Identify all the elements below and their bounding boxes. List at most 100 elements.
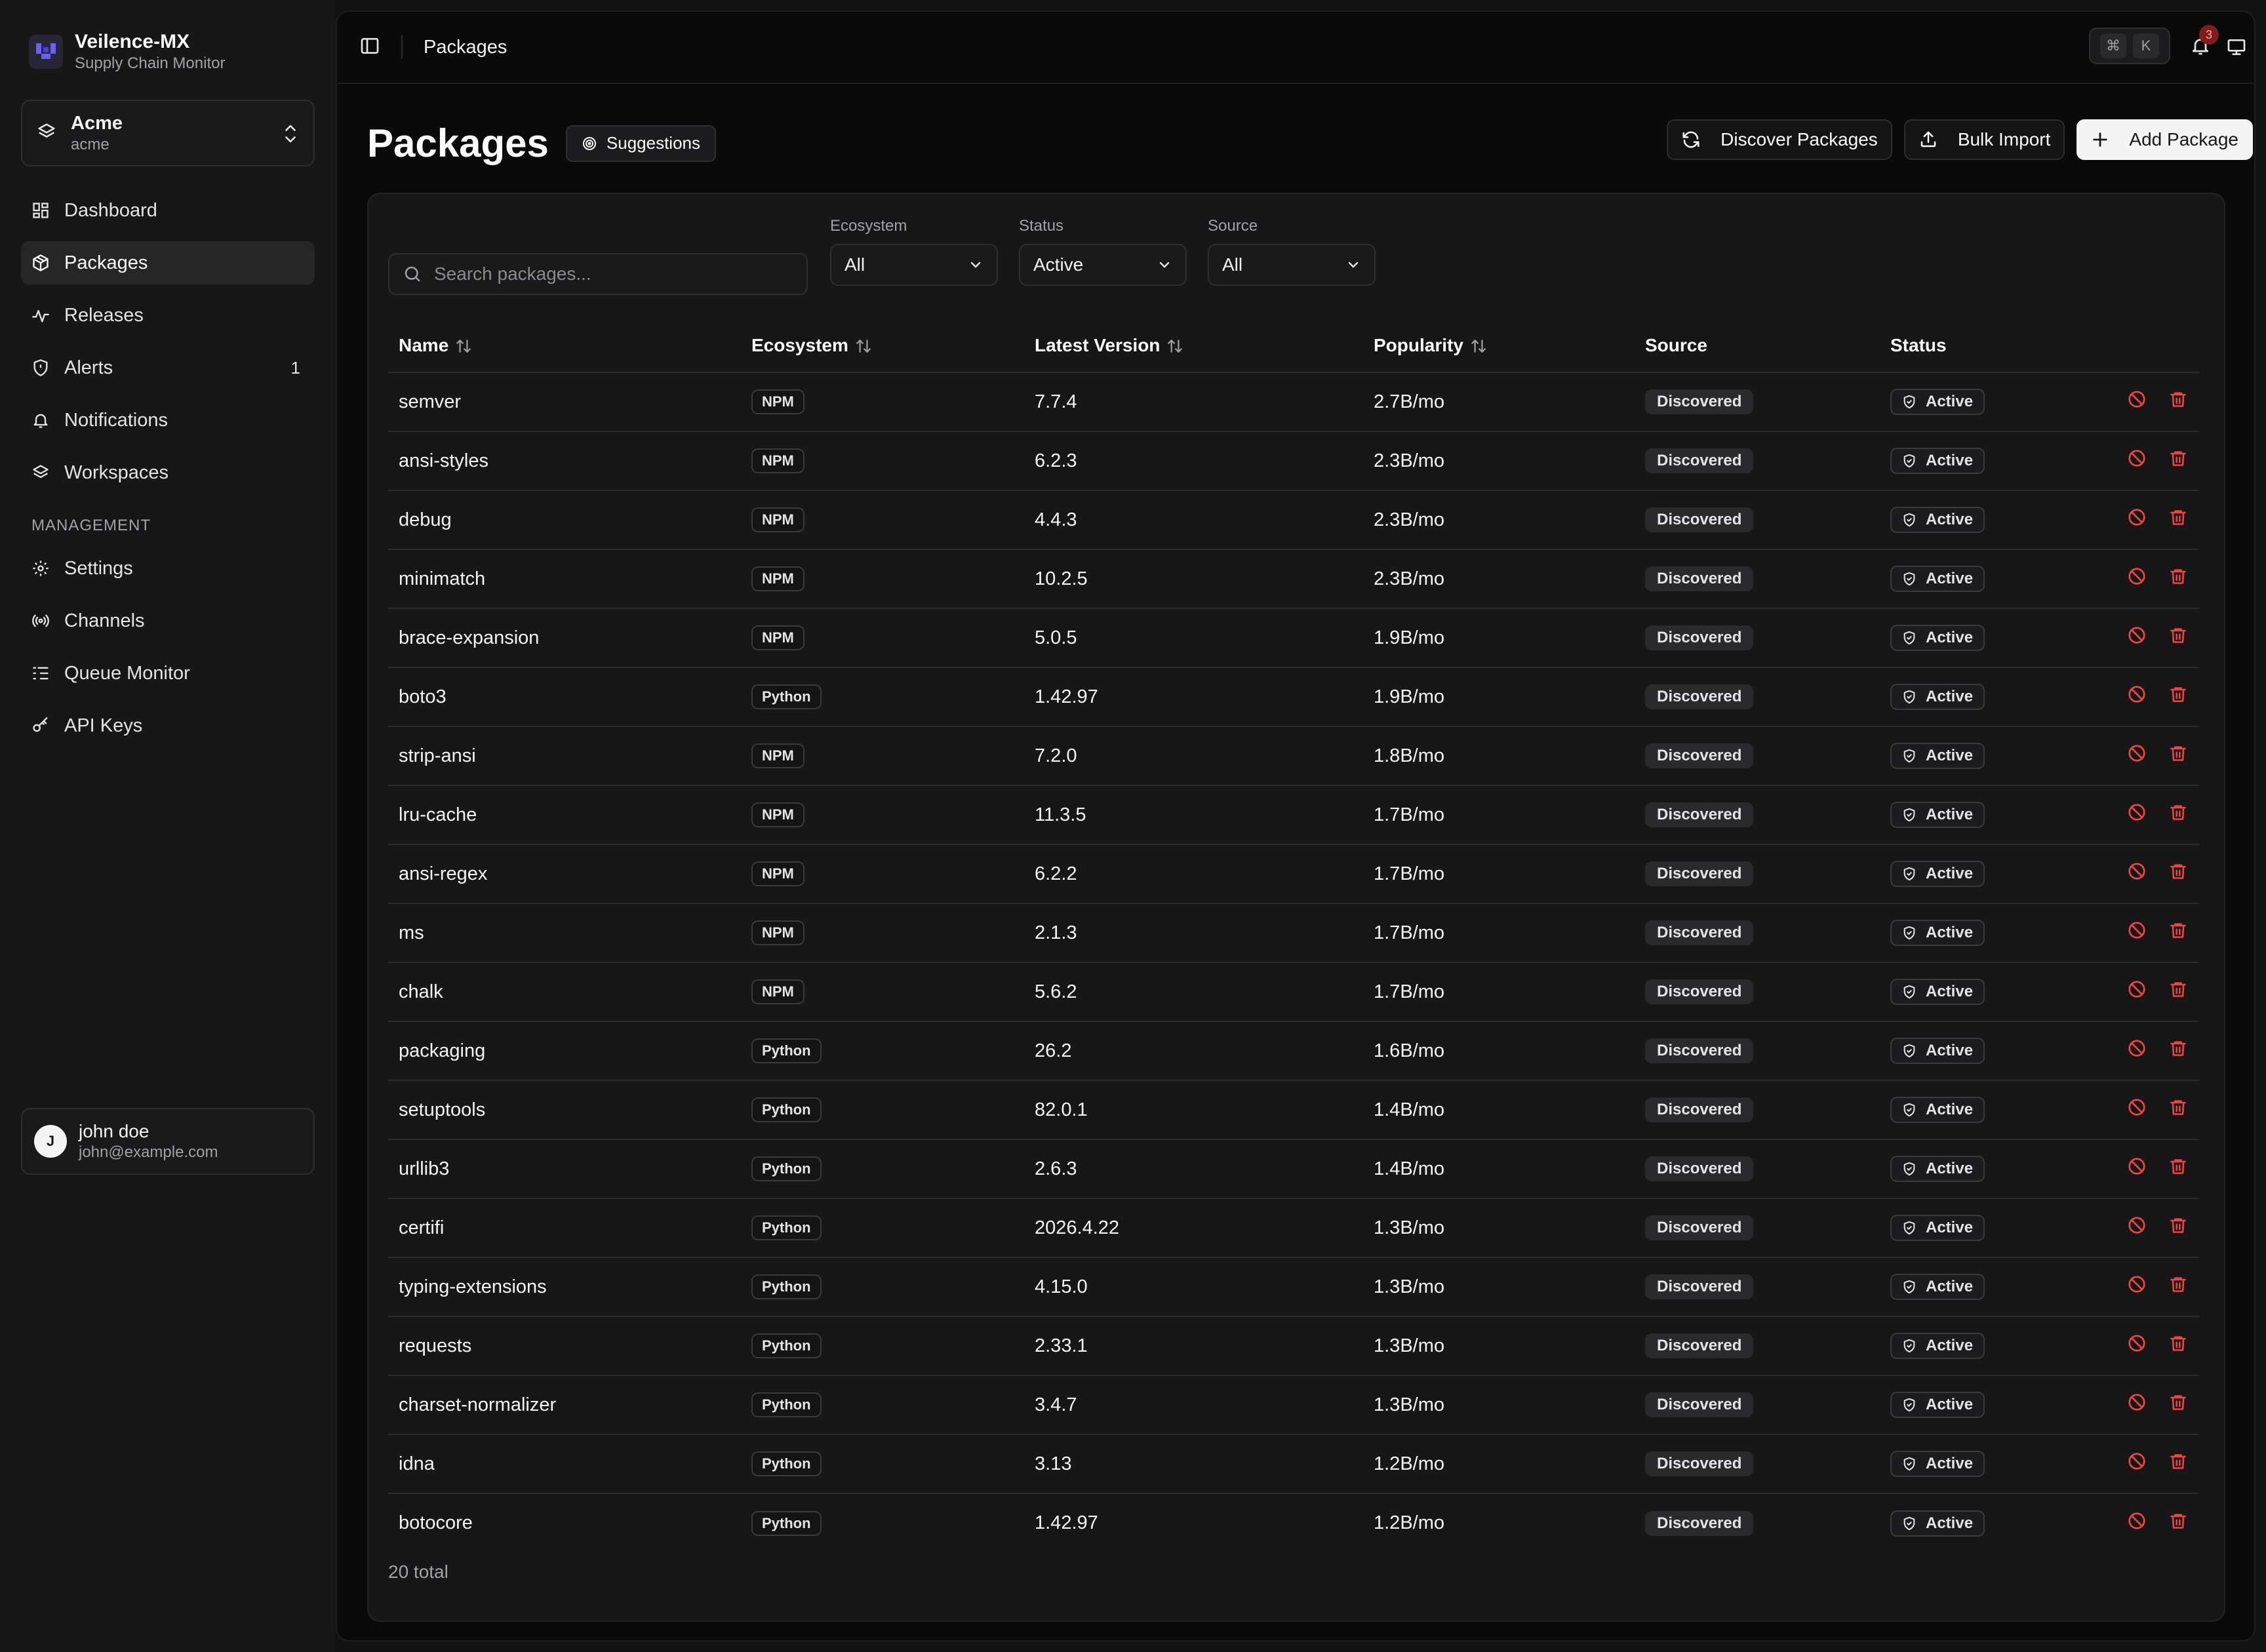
source-select[interactable]: All — [1208, 244, 1376, 286]
disable-icon[interactable] — [2127, 1333, 2147, 1358]
disable-icon[interactable] — [2127, 1451, 2147, 1476]
trash-icon[interactable] — [2169, 1511, 2187, 1536]
disable-icon[interactable] — [2127, 1511, 2147, 1536]
bulk-import-button[interactable]: Bulk Import — [1903, 119, 2065, 160]
disable-icon[interactable] — [2127, 861, 2147, 886]
disable-icon[interactable] — [2127, 625, 2147, 650]
disable-icon[interactable] — [2127, 389, 2147, 414]
sidebar-item-releases[interactable]: Releases — [21, 294, 315, 337]
disable-icon[interactable] — [2127, 566, 2147, 591]
column-header-popularity[interactable]: Popularity — [1363, 319, 1635, 372]
package-name[interactable]: debug — [388, 490, 741, 549]
package-name[interactable]: lru-cache — [388, 785, 741, 844]
package-name[interactable]: boto3 — [388, 667, 741, 726]
sidebar-item-workspaces[interactable]: Workspaces — [21, 451, 315, 494]
sidebar-item-settings[interactable]: Settings — [21, 547, 315, 590]
table-row[interactable]: ansi-styles NPM 6.2.3 2.3B/mo Discovered Acti… — [388, 431, 2199, 490]
disable-icon[interactable] — [2127, 448, 2147, 473]
table-row[interactable]: ms NPM 2.1.3 1.7B/mo Discovered Active — [388, 903, 2199, 962]
disable-icon[interactable] — [2127, 1392, 2147, 1417]
package-name[interactable]: setuptools — [388, 1080, 741, 1139]
ecosystem-select[interactable]: All — [830, 244, 998, 286]
trash-icon[interactable] — [2169, 861, 2187, 886]
sidebar-item-packages[interactable]: Packages — [21, 241, 315, 285]
package-name[interactable]: chalk — [388, 962, 741, 1021]
package-name[interactable]: brace-expansion — [388, 608, 741, 667]
table-row[interactable]: chalk NPM 5.6.2 1.7B/mo Discovered Active — [388, 962, 2199, 1021]
monitor-icon[interactable] — [2225, 37, 2248, 61]
package-name[interactable]: ms — [388, 903, 741, 962]
trash-icon[interactable] — [2169, 1451, 2187, 1476]
table-row[interactable]: debug NPM 4.4.3 2.3B/mo Discovered Active — [388, 490, 2199, 549]
disable-icon[interactable] — [2127, 743, 2147, 768]
package-name[interactable]: semver — [388, 372, 741, 431]
sidebar-item-notifications[interactable]: Notifications — [21, 399, 315, 442]
table-row[interactable]: idna Python 3.13 1.2B/mo Discovered Active — [388, 1434, 2199, 1493]
search-box[interactable] — [388, 253, 808, 295]
workspace-switcher[interactable]: Acme acme — [21, 100, 315, 167]
table-row[interactable]: lru-cache NPM 11.3.5 1.7B/mo Discovered Activ… — [388, 785, 2199, 844]
trash-icon[interactable] — [2169, 1392, 2187, 1417]
trash-icon[interactable] — [2169, 1156, 2187, 1181]
package-name[interactable]: certifi — [388, 1198, 741, 1257]
sidebar-item-queue-monitor[interactable]: Queue Monitor — [21, 652, 315, 695]
trash-icon[interactable] — [2169, 1215, 2187, 1240]
trash-icon[interactable] — [2169, 566, 2187, 591]
trash-icon[interactable] — [2169, 1038, 2187, 1063]
column-header-name[interactable]: Name — [388, 319, 741, 372]
disable-icon[interactable] — [2127, 920, 2147, 945]
package-name[interactable]: botocore — [388, 1493, 741, 1552]
trash-icon[interactable] — [2169, 920, 2187, 945]
column-header-latest-version[interactable]: Latest Version — [1024, 319, 1363, 372]
sidebar-item-api-keys[interactable]: API Keys — [21, 704, 315, 747]
table-row[interactable]: requests Python 2.33.1 1.3B/mo Discovered Act… — [388, 1316, 2199, 1375]
trash-icon[interactable] — [2169, 1274, 2187, 1299]
package-name[interactable]: ansi-regex — [388, 844, 741, 903]
disable-icon[interactable] — [2127, 1097, 2147, 1122]
brand[interactable]: Veilence-MX Supply Chain Monitor — [29, 30, 225, 73]
table-row[interactable]: packaging Python 26.2 1.6B/mo Discovered Acti… — [388, 1021, 2199, 1080]
trash-icon[interactable] — [2169, 507, 2187, 532]
trash-icon[interactable] — [2169, 979, 2187, 1004]
package-name[interactable]: minimatch — [388, 549, 741, 608]
package-name[interactable]: idna — [388, 1434, 741, 1493]
status-select[interactable]: Active — [1019, 244, 1187, 286]
search-input[interactable] — [434, 264, 801, 285]
sidebar-item-alerts[interactable]: Alerts 1 — [21, 346, 315, 389]
disable-icon[interactable] — [2127, 1274, 2147, 1299]
trash-icon[interactable] — [2169, 389, 2187, 414]
package-name[interactable]: requests — [388, 1316, 741, 1375]
table-row[interactable]: strip-ansi NPM 7.2.0 1.8B/mo Discovered Activ… — [388, 726, 2199, 785]
table-row[interactable]: brace-expansion NPM 5.0.5 1.9B/mo Discovered… — [388, 608, 2199, 667]
trash-icon[interactable] — [2169, 625, 2187, 650]
disable-icon[interactable] — [2127, 1215, 2147, 1240]
discover-packages-button[interactable]: Discover Packages — [1667, 119, 1892, 160]
user-menu[interactable]: J john doe john@example.com — [21, 1108, 315, 1175]
trash-icon[interactable] — [2169, 802, 2187, 827]
trash-icon[interactable] — [2169, 1097, 2187, 1122]
disable-icon[interactable] — [2127, 1156, 2147, 1181]
suggestions-button[interactable]: Suggestions — [565, 125, 716, 162]
trash-icon[interactable] — [2169, 743, 2187, 768]
table-row[interactable]: typing-extensions Python 4.15.0 1.3B/mo Disc… — [388, 1257, 2199, 1316]
disable-icon[interactable] — [2127, 979, 2147, 1004]
table-row[interactable]: botocore Python 1.42.97 1.2B/mo Discovered Ac… — [388, 1493, 2199, 1552]
add-package-button[interactable]: Add Package — [2077, 119, 2253, 160]
disable-icon[interactable] — [2127, 684, 2147, 709]
table-row[interactable]: ansi-regex NPM 6.2.2 1.7B/mo Discovered Activ… — [388, 844, 2199, 903]
disable-icon[interactable] — [2127, 1038, 2147, 1063]
table-row[interactable]: boto3 Python 1.42.97 1.9B/mo Discovered Activ… — [388, 667, 2199, 726]
package-name[interactable]: packaging — [388, 1021, 741, 1080]
table-row[interactable]: urllib3 Python 2.6.3 1.4B/mo Discovered Activ… — [388, 1139, 2199, 1198]
table-row[interactable]: semver NPM 7.7.4 2.7B/mo Discovered Active — [388, 372, 2199, 431]
command-palette-shortcut[interactable]: ⌘ K — [2089, 28, 2170, 64]
package-name[interactable]: typing-extensions — [388, 1257, 741, 1316]
trash-icon[interactable] — [2169, 1333, 2187, 1358]
sidebar-item-dashboard[interactable]: Dashboard — [21, 189, 315, 232]
sidebar-item-channels[interactable]: Channels — [21, 599, 315, 642]
column-header-ecosystem[interactable]: Ecosystem — [741, 319, 1024, 372]
package-name[interactable]: urllib3 — [388, 1139, 741, 1198]
table-row[interactable]: certifi Python 2026.4.22 1.3B/mo Discovered A… — [388, 1198, 2199, 1257]
table-row[interactable]: charset-normalizer Python 3.4.7 1.3B/mo Disc… — [388, 1375, 2199, 1434]
package-name[interactable]: charset-normalizer — [388, 1375, 741, 1434]
